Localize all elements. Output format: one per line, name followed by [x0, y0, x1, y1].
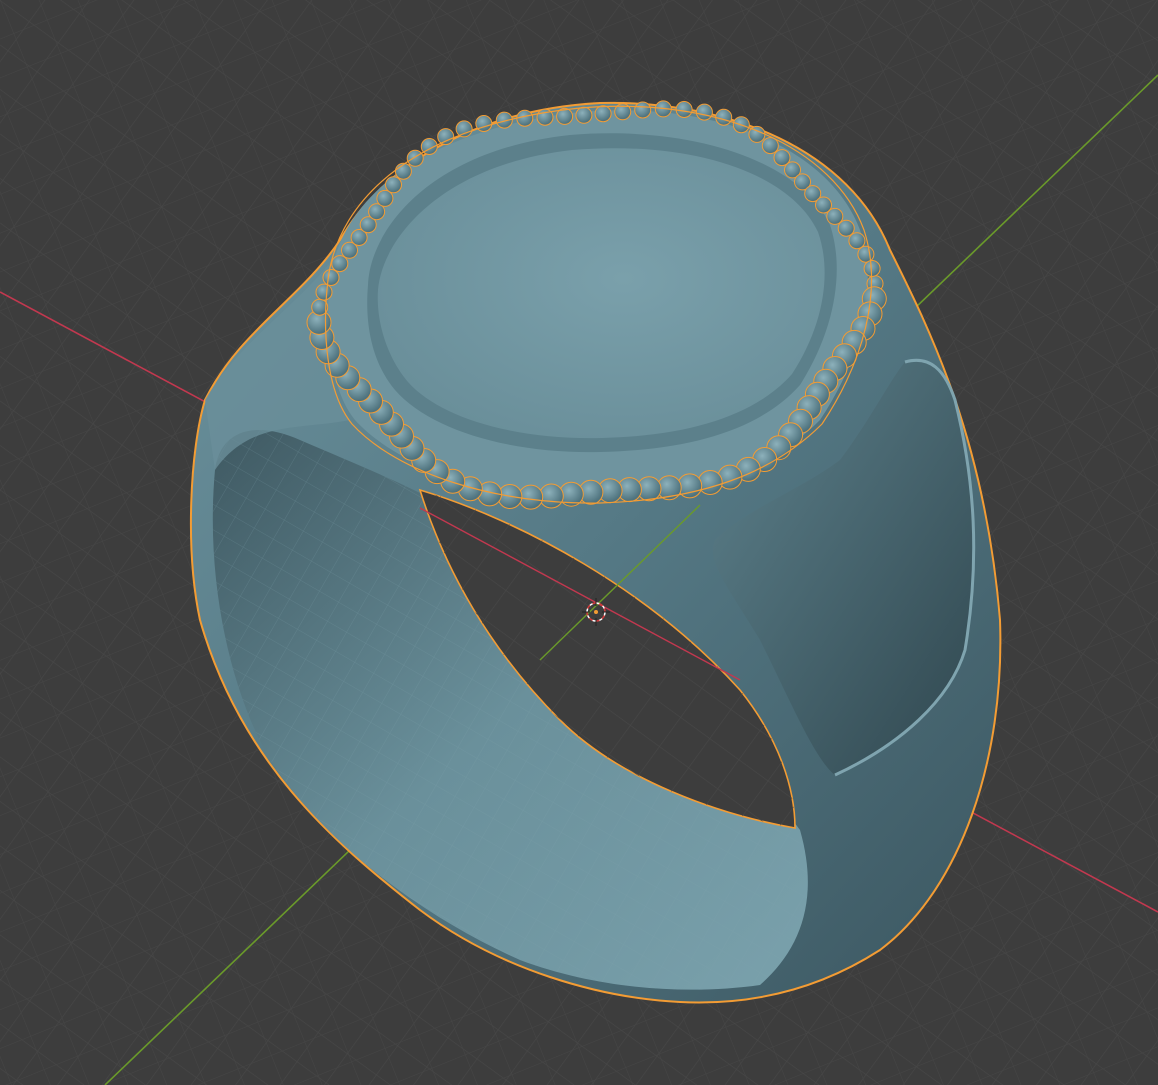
bezel-bead	[437, 128, 455, 146]
bezel-bead	[715, 108, 733, 126]
bezel-bead	[376, 189, 394, 207]
bezel-bead	[594, 105, 612, 123]
bezel-bead	[385, 176, 402, 194]
viewport-canvas[interactable]	[0, 0, 1158, 1085]
bezel-bead	[331, 255, 349, 273]
bezel-bead	[848, 232, 866, 250]
bezel-bead	[634, 101, 652, 119]
bezel-bead	[315, 283, 333, 301]
bezel-bead	[475, 115, 493, 132]
bezel-bead	[322, 269, 340, 286]
bezel-bead	[695, 103, 713, 121]
bezel-bead	[516, 109, 534, 127]
bezel-bead	[863, 260, 881, 277]
bezel-bead	[857, 245, 875, 263]
bezel-bead	[837, 219, 855, 237]
bezel-bead	[575, 106, 593, 124]
3d-viewport[interactable]	[0, 0, 1158, 1085]
bezel-bead	[455, 120, 473, 138]
bezel-bead	[675, 101, 693, 118]
bezel-bead	[697, 470, 723, 495]
bezel-bead	[406, 149, 424, 167]
bezel-bead	[394, 162, 412, 180]
